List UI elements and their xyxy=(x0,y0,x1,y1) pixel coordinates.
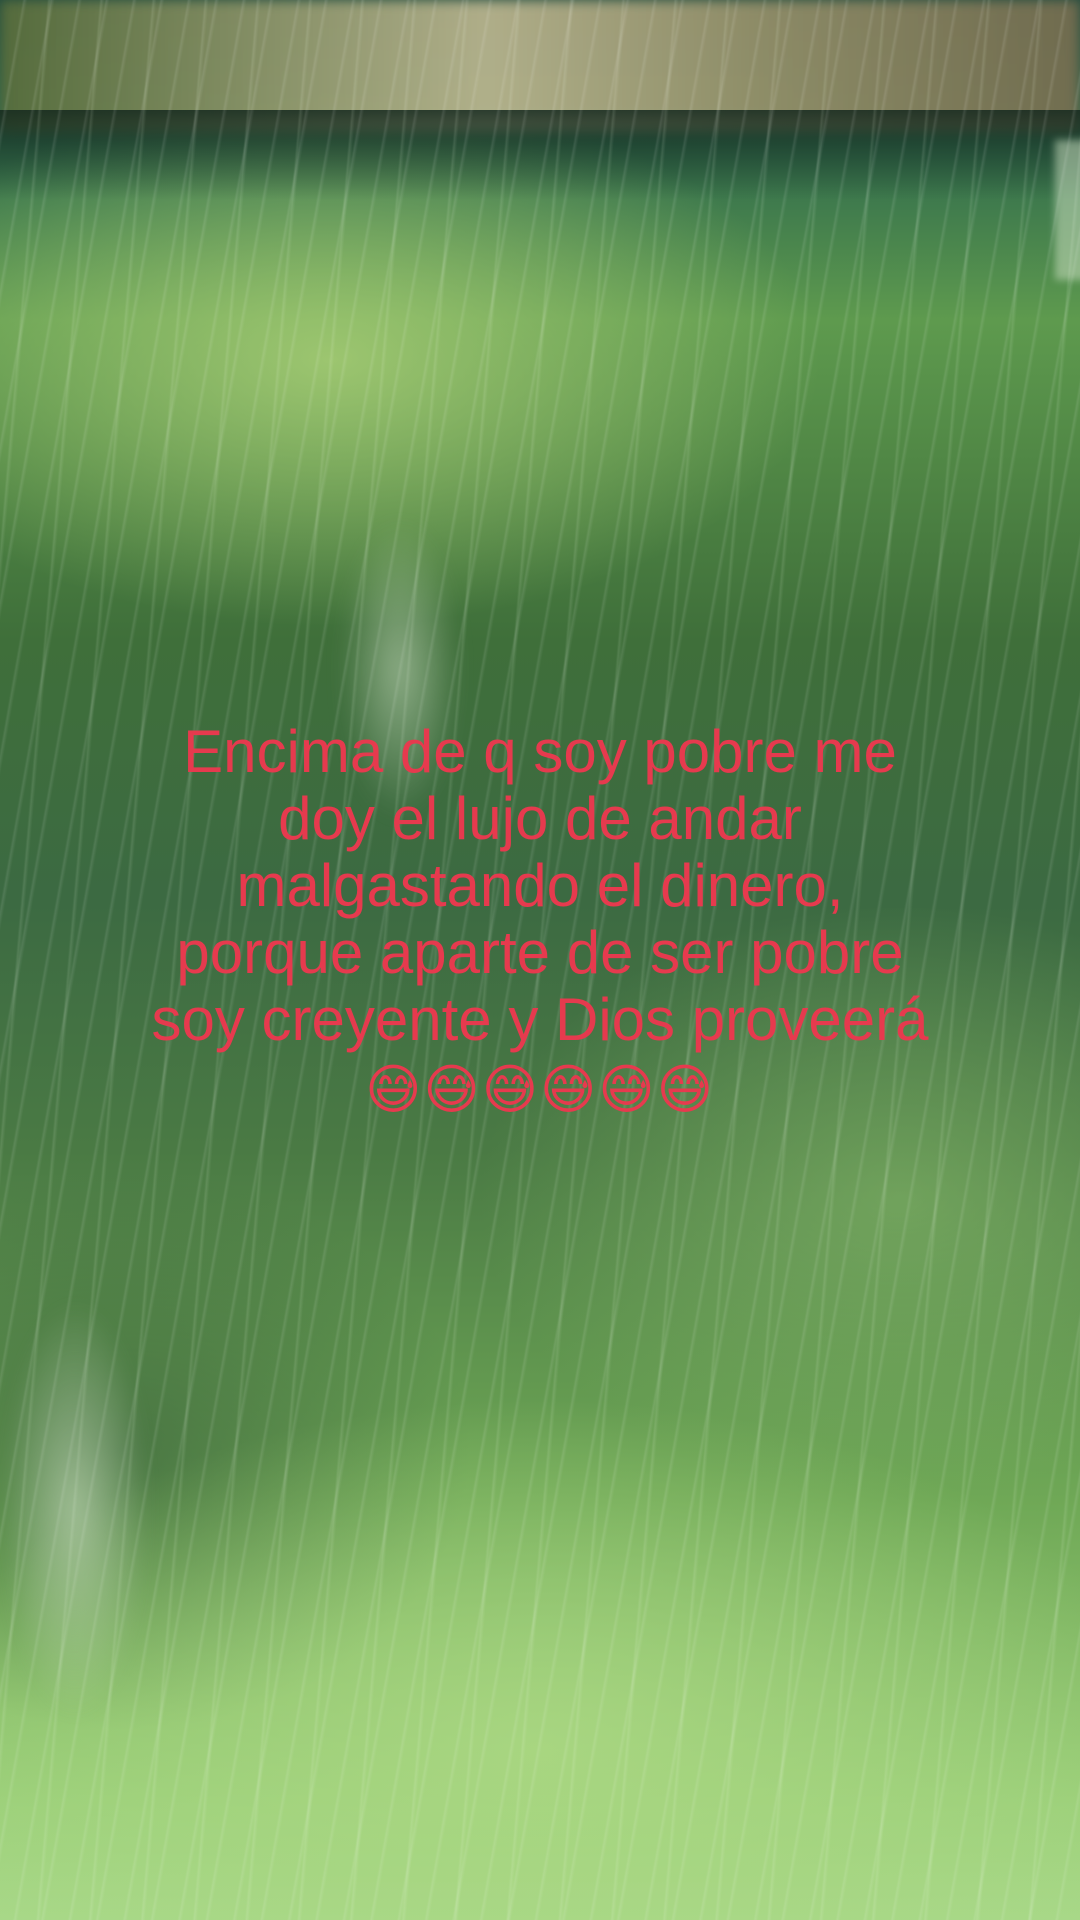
caption-line: doy el lujo de andar xyxy=(278,785,802,852)
caption-line: porque aparte de ser pobre xyxy=(176,919,904,986)
caption-line: soy creyente y Dios proveerá xyxy=(151,986,929,1053)
caption-line: malgastando el dinero, xyxy=(236,852,844,919)
sweat-smile-emojis: 😅😅😅😅😅😅 xyxy=(365,1060,715,1120)
caption-line: Encima de q soy pobre me xyxy=(183,718,897,785)
overlay-caption: Encima de q soy pobre me doy el lujo de … xyxy=(70,718,1010,1125)
video-frame: Encima de q soy pobre me doy el lujo de … xyxy=(0,0,1080,1920)
